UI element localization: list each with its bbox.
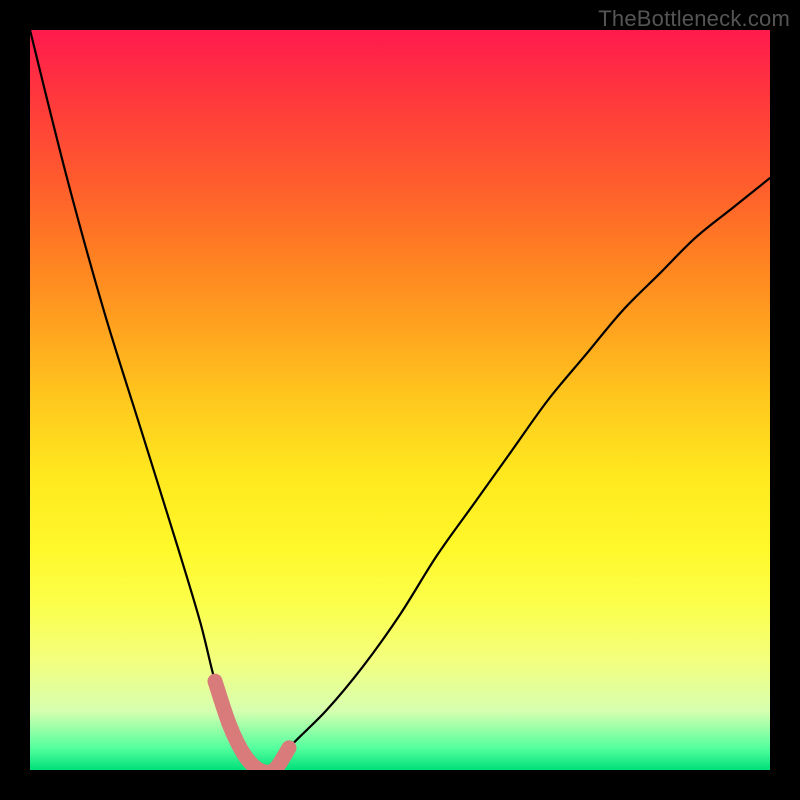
optimal-range-highlight	[215, 681, 289, 770]
chart-canvas: TheBottleneck.com	[0, 0, 800, 800]
watermark-text: TheBottleneck.com	[598, 6, 790, 32]
chart-svg	[30, 30, 770, 770]
plot-area	[30, 30, 770, 770]
bottleneck-curve	[30, 30, 770, 770]
